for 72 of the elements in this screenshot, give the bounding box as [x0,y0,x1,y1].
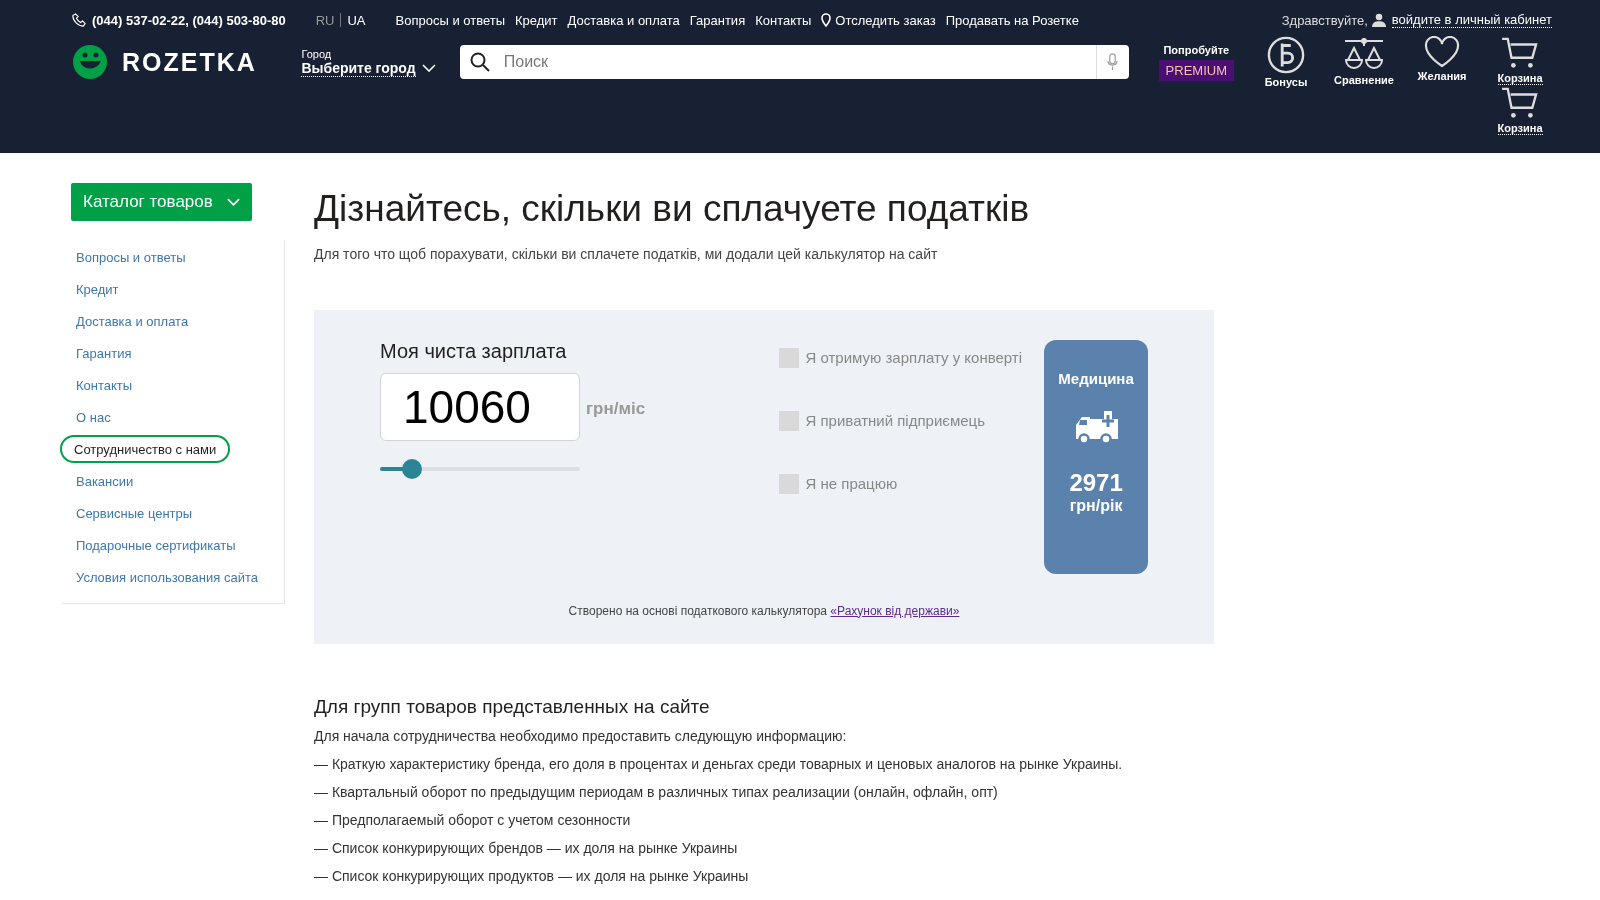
chevron-down-icon [226,198,240,206]
top-nav-link[interactable]: Кредит [515,12,558,28]
cart-link[interactable]: Корзина [1488,86,1552,135]
user-icon [1371,13,1386,27]
list-item-text: — Список конкурирующих брендов — их доля на рынке Украины [314,839,739,856]
sidebar-link[interactable]: Гарантия [62,338,146,368]
section-heading: Для групп товаров представленных на сайте [314,695,711,718]
sidebar-link[interactable]: Вопросы и ответы [62,242,200,272]
premium-caption: Попробуйте [1163,43,1230,56]
header-action[interactable]: Желания [1410,36,1474,88]
top-nav-link[interactable]: Отследить заказ [835,12,936,28]
top-nav-link[interactable]: Вопросы и ответы [395,12,505,28]
cart-icon [1501,86,1539,120]
checkbox[interactable] [779,410,800,431]
section-intro: Для начала сотрудничества необходимо предоставить следующую информацию: [314,727,848,744]
card-title: Медицина [1058,369,1134,387]
salary-label: Моя чиста зарплата [380,339,568,363]
city-label: Город [301,47,333,60]
card-amount: 2971 [1069,468,1123,497]
top-nav-link[interactable]: Продавать на Розетке [945,12,1079,28]
sidebar-link[interactable]: Кредит [62,274,133,304]
checkbox-label: Я приватний підприємець [805,412,985,430]
slider-handle[interactable] [402,458,422,479]
sidebar-link[interactable]: Контакты [62,370,147,400]
sidebar-link[interactable]: Подарочные сертификаты [62,530,250,560]
location-pin-icon [821,13,832,27]
premium-badge[interactable]: PREMIUM [1158,59,1234,81]
bonus-coin-icon [1267,36,1305,74]
checkbox-label: Я не працюю [805,475,898,493]
scales-icon [1342,36,1386,72]
footnote-link[interactable]: «Рахунок від держави» [830,603,960,618]
checkbox[interactable] [779,347,800,368]
cart-icon [1501,36,1539,70]
checkbox-label: Я отримую зарплату у конверті [805,349,1023,367]
header-action[interactable]: Бонусы [1254,36,1318,88]
list-item-text: — Предполагаемый оборот с учетом сезонности [314,811,632,828]
top-nav-link[interactable]: Гарантия [689,12,746,28]
smiley-logo-icon [72,44,108,80]
login-link[interactable]: войдите в личный кабинет [1391,12,1552,28]
logo-wordmark[interactable]: ROZETKA [122,47,257,77]
chevron-down-icon [421,64,436,72]
phone-numbers: (044) 537-02-22, (044) 503-80-80 [92,12,286,28]
sidebar-link[interactable]: Сотрудничество с нами [60,435,231,463]
header-action[interactable]: Сравнение [1332,36,1396,88]
salary-slider[interactable] [380,458,580,479]
phone-icon [72,13,86,27]
list-item-text: — Список конкурирующих продуктов — их доля на рынке Украины [314,867,750,884]
greeting-text: Здравствуйте, [1281,12,1368,28]
list-item-text: — Квартальный оборот по предыдущим периодам в различных типах реализации (онлайн, офлайн, опт) [314,783,999,800]
language-link[interactable]: RU [315,12,335,28]
unit-label: грн/міс [586,398,646,419]
sidebar-link[interactable]: Вакансии [62,466,148,496]
checkbox[interactable] [779,473,800,494]
sidebar-link[interactable]: Доставка и оплата [62,306,203,336]
header-action[interactable]: Корзина [1488,36,1552,88]
page-title: Дізнайтесь, скільки ви сплачуете податків [314,189,1031,230]
search-field[interactable]: Поиск [459,45,1129,79]
page-subtitle: Для того что щоб порахувати, скільки ви сплачете податків, ми додали цей калькулятор на сайт [314,245,939,262]
sidebar-link[interactable]: О нас [62,402,125,432]
search-icon [469,52,490,72]
sidebar-link[interactable]: Сервисные центры [62,498,207,528]
card-unit: грн/рік [1069,496,1123,515]
language-link[interactable]: UA [347,12,366,28]
list-item-text: — Краткую характеристику бренда, его доля в процентах и деньгах среди товарных и ценовых аналогов на рынке Украины. [314,755,1124,772]
heart-icon [1424,36,1460,68]
city-selector[interactable]: Выберите город [301,59,416,77]
sidebar-link[interactable]: Условия использования сайта [62,562,272,592]
top-nav-link[interactable]: Доставка и оплата [567,12,680,28]
footnote-text: Створено на основі податкового калькулятора [568,603,827,618]
top-nav-link[interactable]: Контакты [755,12,812,28]
ambulance-icon [1074,408,1119,445]
salary-input[interactable]: 10060 [380,372,580,441]
